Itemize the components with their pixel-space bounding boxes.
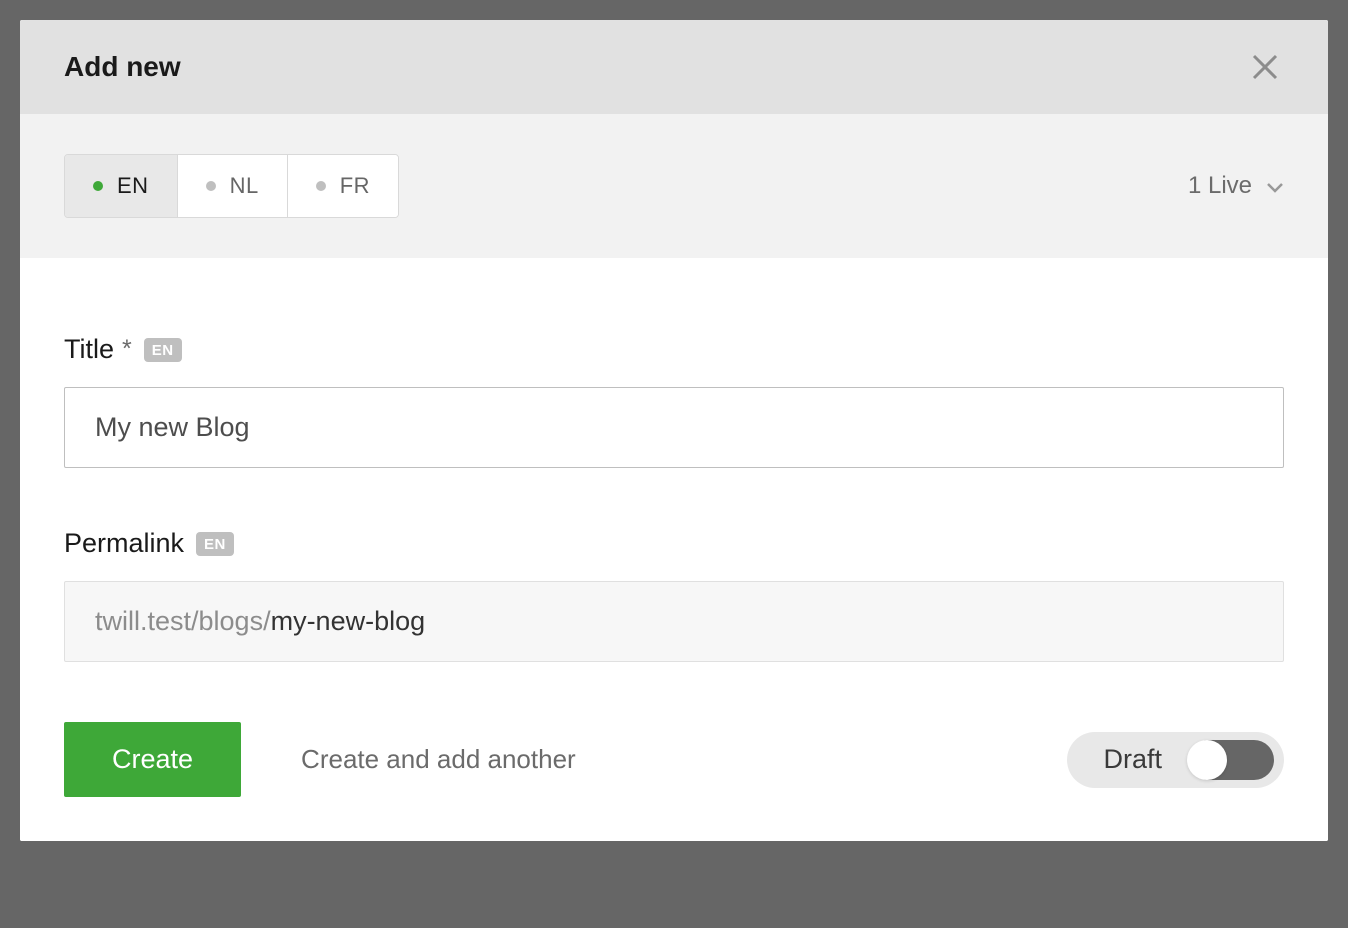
lang-tab-label: FR xyxy=(340,173,370,199)
title-label: Title xyxy=(64,334,114,365)
lang-tab-label: NL xyxy=(230,173,259,199)
permalink-field-group: Permalink EN twill.test/blogs/my-new-blo… xyxy=(64,528,1284,662)
close-icon xyxy=(1250,52,1280,82)
chevron-down-icon xyxy=(1266,172,1284,200)
permalink-label-row: Permalink EN xyxy=(64,528,1284,559)
permalink-label: Permalink xyxy=(64,528,184,559)
modal-subheader: EN NL FR 1 Live xyxy=(20,114,1328,258)
modal-title: Add new xyxy=(64,51,181,83)
close-button[interactable] xyxy=(1246,48,1284,86)
toggle-knob xyxy=(1187,740,1227,780)
permalink-slug: my-new-blog xyxy=(271,606,426,636)
lang-status-dot-icon xyxy=(316,181,326,191)
title-required-indicator: * xyxy=(122,335,132,364)
lang-status-dot-icon xyxy=(206,181,216,191)
create-button[interactable]: Create xyxy=(64,722,241,797)
lang-tab-nl[interactable]: NL xyxy=(178,155,288,217)
draft-toggle[interactable]: Draft xyxy=(1067,732,1284,788)
live-status-label: 1 Live xyxy=(1188,172,1252,200)
title-field-group: Title * EN xyxy=(64,334,1284,468)
modal-footer: Create Create and add another Draft xyxy=(64,722,1284,797)
footer-left: Create Create and add another xyxy=(64,722,576,797)
create-and-add-another-button[interactable]: Create and add another xyxy=(301,744,576,775)
title-label-row: Title * EN xyxy=(64,334,1284,365)
lang-tab-fr[interactable]: FR xyxy=(288,155,398,217)
title-lang-badge: EN xyxy=(144,338,182,362)
add-new-modal: Add new EN NL FR xyxy=(20,20,1328,841)
lang-status-dot-icon xyxy=(93,181,103,191)
permalink-prefix: twill.test/blogs/ xyxy=(95,606,271,636)
language-tabs: EN NL FR xyxy=(64,154,399,218)
draft-toggle-label: Draft xyxy=(1103,744,1162,775)
modal-header: Add new xyxy=(20,20,1328,114)
title-input[interactable] xyxy=(64,387,1284,468)
permalink-lang-badge: EN xyxy=(196,532,234,556)
lang-tab-label: EN xyxy=(117,173,149,199)
lang-tab-en[interactable]: EN xyxy=(65,155,178,217)
permalink-input[interactable]: twill.test/blogs/my-new-blog xyxy=(64,581,1284,662)
toggle-switch xyxy=(1188,740,1274,780)
modal-body: Title * EN Permalink EN twill.test/blogs… xyxy=(20,258,1328,841)
live-status-select[interactable]: 1 Live xyxy=(1188,172,1284,200)
